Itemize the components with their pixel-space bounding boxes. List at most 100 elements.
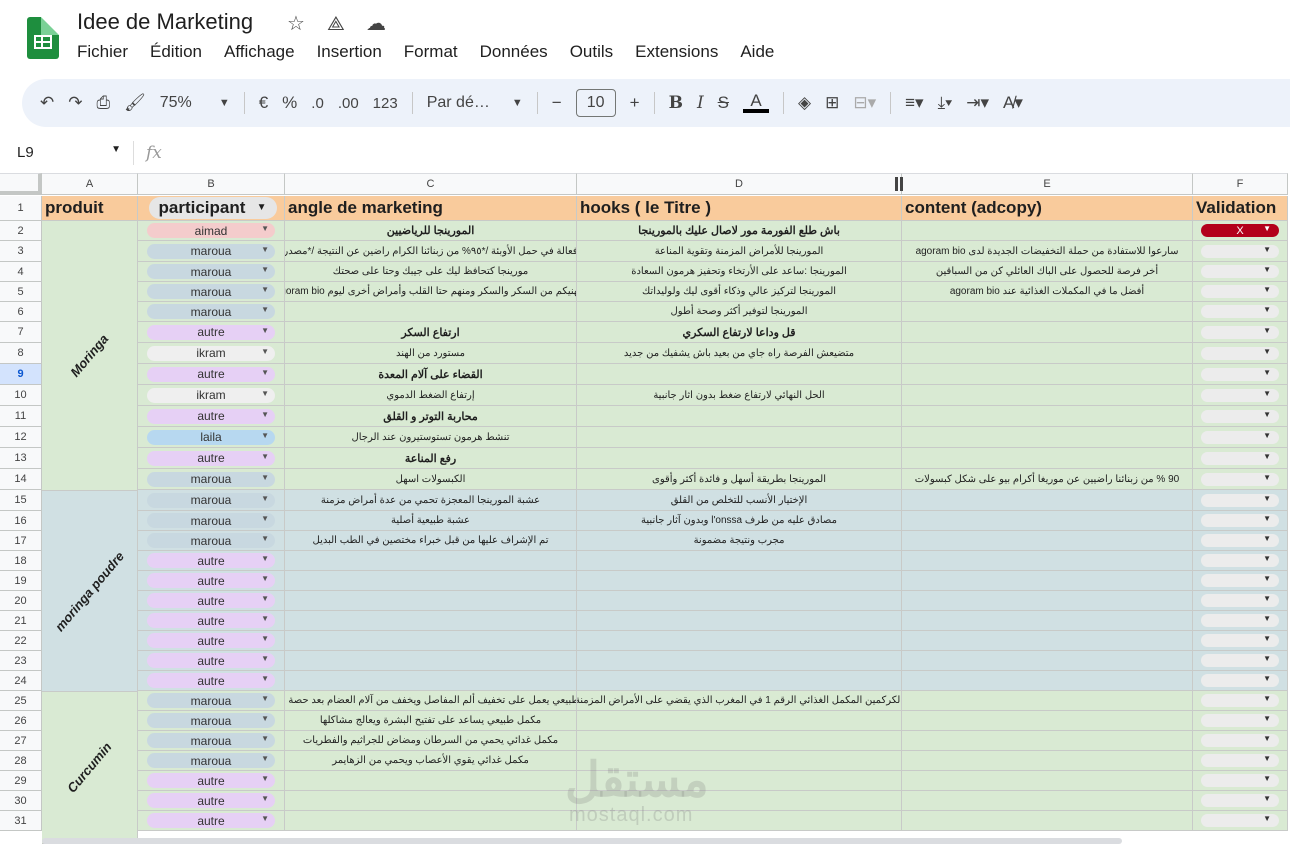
angle-cell[interactable] [285, 631, 577, 651]
validation-chip[interactable]: ▼ [1201, 265, 1279, 278]
column-header-b[interactable]: B [138, 173, 285, 195]
validation-cell[interactable]: ▼ [1193, 427, 1288, 448]
angle-cell[interactable]: تم الإشراف عليها من قبل خبراء مختصين في … [285, 531, 577, 551]
participant-chip[interactable]: autre ▼ [147, 324, 275, 340]
row-header[interactable]: 5 [0, 282, 42, 302]
participant-cell[interactable]: maroua ▼ [138, 469, 285, 490]
row-header[interactable]: 28 [0, 751, 42, 771]
angle-cell[interactable]: مستورد من الهند [285, 343, 577, 364]
hook-cell[interactable]: المورينجا بطريقة أسهل و فائدة أكثر وأقوى [577, 469, 902, 490]
participant-cell[interactable]: ikram ▼ [138, 385, 285, 406]
name-box[interactable]: L9 ▼ [17, 144, 121, 161]
content-cell[interactable] [902, 364, 1193, 385]
hook-cell[interactable] [577, 651, 902, 671]
participant-cell[interactable]: autre ▼ [138, 571, 285, 591]
row-header[interactable]: 31 [0, 811, 42, 831]
participant-chip[interactable]: autre ▼ [147, 793, 275, 808]
angle-cell[interactable] [285, 611, 577, 631]
horizontal-align-icon[interactable]: ≡▾ [905, 88, 923, 118]
validation-chip[interactable]: ▼ [1201, 674, 1279, 687]
validation-chip[interactable]: ▼ [1201, 325, 1279, 339]
participant-chip[interactable]: maroua ▼ [147, 492, 275, 508]
content-cell[interactable] [902, 671, 1193, 691]
participant-chip[interactable]: maroua ▼ [147, 533, 275, 548]
content-cell[interactable] [902, 751, 1193, 771]
content-cell[interactable] [902, 302, 1193, 322]
angle-cell[interactable] [285, 591, 577, 611]
hook-cell[interactable]: المورينجا لتركيز عالي وذكاء أقوى ليك ولو… [577, 282, 902, 302]
participant-cell[interactable]: autre ▼ [138, 551, 285, 571]
row-header[interactable]: 21 [0, 611, 42, 631]
participant-cell[interactable]: maroua ▼ [138, 751, 285, 771]
validation-chip[interactable]: ▼ [1201, 754, 1279, 767]
row-header[interactable]: 24 [0, 671, 42, 691]
validation-cell[interactable]: ▼ [1193, 611, 1288, 631]
participant-chip[interactable]: maroua ▼ [147, 733, 275, 748]
angle-cell[interactable]: مورينجا كتحافظ ليك على جيبك وحتا على صحت… [285, 262, 577, 282]
hook-cell[interactable] [577, 364, 902, 385]
participant-cell[interactable]: autre ▼ [138, 364, 285, 385]
header-content[interactable]: content (adcopy) [902, 196, 1193, 221]
validation-cell[interactable]: ▼ [1193, 511, 1288, 531]
row-header[interactable]: 26 [0, 711, 42, 731]
column-header-c[interactable]: C [285, 173, 577, 195]
paint-format-icon[interactable]: 🖌 [124, 88, 146, 118]
participant-cell[interactable]: maroua ▼ [138, 241, 285, 262]
validation-cell[interactable]: ▼ [1193, 671, 1288, 691]
validation-cell[interactable]: ▼ [1193, 651, 1288, 671]
row-header[interactable]: 18 [0, 551, 42, 571]
validation-chip[interactable]: ▼ [1201, 409, 1279, 423]
validation-cell[interactable]: ▼ [1193, 322, 1288, 343]
content-cell[interactable] [902, 731, 1193, 751]
participant-chip[interactable]: autre ▼ [147, 408, 275, 424]
validation-chip[interactable]: ▼ [1201, 430, 1279, 444]
hook-cell[interactable]: متضيعش الفرصة راه جاي من بعيد باش يشفيك … [577, 343, 902, 364]
participant-cell[interactable]: maroua ▼ [138, 711, 285, 731]
row-header[interactable]: 22 [0, 631, 42, 651]
validation-chip[interactable]: ▼ [1201, 694, 1279, 707]
validation-cell[interactable]: ▼ [1193, 302, 1288, 322]
validation-chip[interactable]: ▼ [1201, 654, 1279, 667]
row-header[interactable]: 3 [0, 241, 42, 262]
move-to-drive-icon[interactable]: ⟁ [327, 12, 345, 36]
participant-chip[interactable]: maroua ▼ [147, 264, 275, 279]
row-header[interactable]: 6 [0, 302, 42, 322]
participant-cell[interactable]: maroua ▼ [138, 731, 285, 751]
validation-chip[interactable]: ▼ [1201, 614, 1279, 627]
content-cell[interactable]: سارعوا للاستفادة من حملة التخفيضات الجدي… [902, 241, 1193, 262]
validation-chip[interactable]: ▼ [1201, 367, 1279, 381]
hook-cell[interactable]: المورينجا للأمراض المزمنة وتقوية المناعة [577, 241, 902, 262]
menu-fichier[interactable]: Fichier [77, 42, 128, 62]
validation-chip[interactable]: ▼ [1201, 388, 1279, 402]
row-header[interactable]: 25 [0, 691, 42, 711]
row-header[interactable]: 8 [0, 343, 42, 364]
participant-cell[interactable]: autre ▼ [138, 322, 285, 343]
validation-cell[interactable]: ▼ [1193, 691, 1288, 711]
menu-edition[interactable]: Édition [150, 42, 202, 62]
participant-chip[interactable]: autre ▼ [147, 573, 275, 588]
participant-cell[interactable]: autre ▼ [138, 591, 285, 611]
hook-cell[interactable] [577, 448, 902, 469]
freeze-handle[interactable] [895, 177, 905, 191]
hook-cell[interactable] [577, 427, 902, 448]
participant-chip[interactable]: autre ▼ [147, 633, 275, 648]
row-header[interactable]: 1 [0, 196, 42, 221]
star-icon[interactable]: ☆ [287, 12, 305, 36]
menu-outils[interactable]: Outils [570, 42, 613, 62]
validation-cell[interactable]: ▼ [1193, 490, 1288, 511]
column-header-f[interactable]: F [1193, 173, 1288, 195]
hook-cell[interactable] [577, 671, 902, 691]
validation-chip[interactable]: ▼ [1201, 734, 1279, 747]
participant-chip[interactable]: maroua ▼ [147, 693, 275, 708]
participant-cell[interactable]: laila ▼ [138, 427, 285, 448]
validation-chip[interactable]: ▼ [1201, 554, 1279, 567]
validation-cell[interactable]: ▼ [1193, 771, 1288, 791]
select-all-corner[interactable] [0, 173, 42, 195]
text-color-button[interactable]: A [743, 88, 770, 118]
row-header[interactable]: 30 [0, 791, 42, 811]
validation-cell[interactable]: ▼ [1193, 811, 1288, 831]
participant-cell[interactable]: maroua ▼ [138, 282, 285, 302]
content-cell[interactable] [902, 343, 1193, 364]
participant-cell[interactable]: maroua ▼ [138, 691, 285, 711]
column-header-d[interactable]: D [577, 173, 902, 195]
